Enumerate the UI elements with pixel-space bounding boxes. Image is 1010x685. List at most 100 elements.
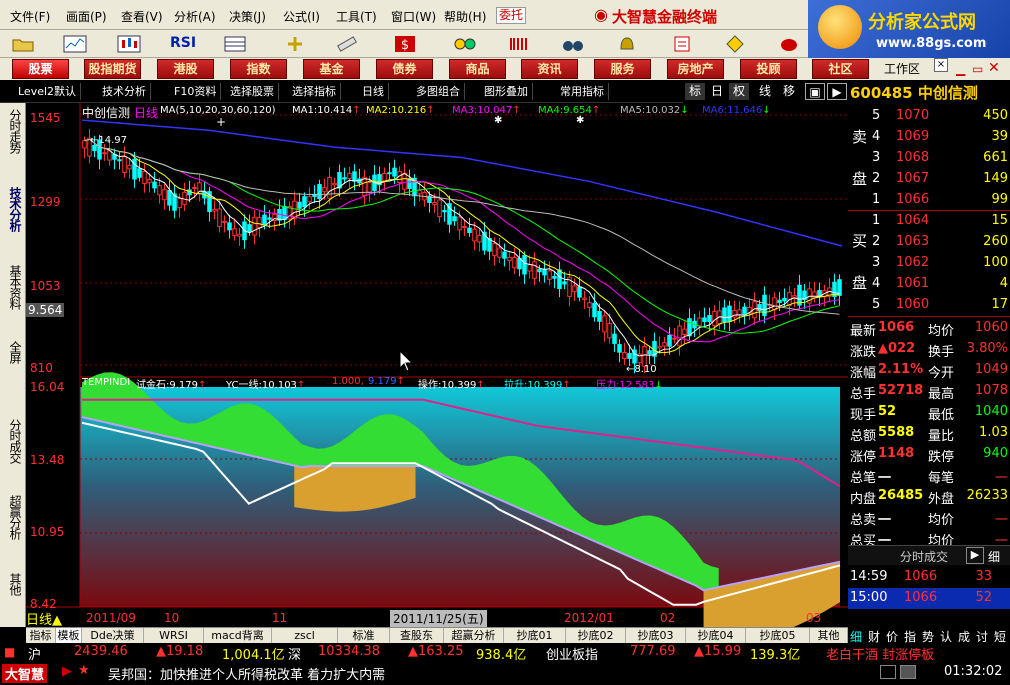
trade-row[interactable]: 14:59 1066 33 [848,567,1010,588]
nav-commodities[interactable]: 商品 [449,59,506,79]
buy-order-row[interactable]: 4 1061 4 [848,274,1010,295]
tab-day[interactable]: 日 [707,83,727,100]
buy-order-row[interactable]: 5 1060 17 [848,295,1010,316]
indicator-tab[interactable]: 模板 [56,628,82,644]
side-tab-fundamentals[interactable]: 基本资料 [2,265,24,309]
tab-rights[interactable]: 权 [729,83,749,100]
price-chart-svg[interactable] [26,103,848,637]
tab-line[interactable]: 线 [755,83,775,100]
indicator-tab[interactable]: 标准 [338,628,390,644]
indicator-tab[interactable]: 抄底05 [746,628,810,644]
restore-icon[interactable]: ▭ [972,62,983,76]
menu-analysis[interactable]: 分析(A) [174,8,216,25]
ruler-icon[interactable] [334,34,360,54]
period-daily-menu[interactable]: 日线 [358,83,389,100]
side-tab-superwin[interactable]: 超赢分析 [2,495,24,539]
menu-window[interactable]: 窗口(W) [391,8,436,25]
side-tab-trades[interactable]: 分时成交 [2,419,24,463]
indicator-tab[interactable]: 查股东 [390,628,444,644]
indicator-tab[interactable]: macd背离 [204,628,272,644]
menu-decision[interactable]: 决策(J) [229,8,266,25]
sell-order-row[interactable]: 4 1069 39 [848,127,1010,148]
nav-news[interactable]: 资讯 [521,59,578,79]
binoculars-icon[interactable] [560,34,586,54]
nav-hk-stocks[interactable]: 港股 [157,59,214,79]
news-settings-icon[interactable] [900,665,916,679]
indicator-tab[interactable]: Dde决策 [82,628,144,644]
menu-tools[interactable]: 工具(T) [336,8,377,25]
indicator-tab[interactable]: 抄底02 [566,628,626,644]
delegate-button[interactable]: 委托 [496,7,526,24]
nav-stocks[interactable]: 股票 [12,59,69,79]
nav-real-estate[interactable]: 房地产 [667,59,724,79]
side-tab-technical[interactable]: 技术分析 [2,187,24,231]
buy-order-row[interactable]: 1 1064 15 [848,211,1010,232]
news-headline[interactable]: 吴邦国：加快推进个人所得税改革 着力扩大内需 [108,664,385,683]
indicator-tab[interactable]: zscl [272,628,338,644]
partner-logo[interactable]: 分析家公式网 www.88gs.com [808,0,1010,58]
stock-info-icon[interactable] [670,34,696,54]
indicator-tab[interactable]: 其他 [810,628,848,644]
menu-view[interactable]: 查看(V) [121,8,163,25]
trade-row[interactable]: 15:00 1066 52 [848,588,1010,609]
common-indicators-menu[interactable]: 常用指标 [556,83,609,100]
nav-indexes[interactable]: 指数 [230,59,287,79]
rsi-icon[interactable]: RSI [170,35,196,51]
indicator-tab[interactable]: 抄底04 [686,628,746,644]
multi-chart-menu[interactable]: 多图组合 [412,83,465,100]
hand-icon[interactable] [776,34,802,54]
trades-detail-tab[interactable]: 细 [988,548,1000,565]
trades-next-icon[interactable]: ▶ [966,547,984,564]
barcode-icon[interactable] [506,34,532,54]
expand-icon[interactable]: ▣ [805,83,825,100]
indicator-tab[interactable]: 抄底03 [626,628,686,644]
side-tab-other[interactable]: 其他 [2,573,24,595]
sell-order-row[interactable]: 2 1067 149 [848,169,1010,190]
glasses-icon[interactable] [452,34,478,54]
level2-default-menu[interactable]: Level2默认 [14,83,82,100]
workspace-label[interactable]: 工作区 [884,60,920,77]
kline-chart-icon[interactable] [116,34,142,54]
indicator-tab[interactable]: WRSI [144,628,204,644]
indicator-tab[interactable]: 指标 [26,628,56,644]
app-name[interactable]: 大智慧 [2,664,48,683]
crosshair-icon[interactable] [282,34,308,54]
side-tab-intraday[interactable]: 分时走势 [2,109,24,153]
f10-info-button[interactable]: F10资料 [170,83,222,100]
nav-community[interactable]: 社区 [812,59,869,79]
side-tab-fullscreen[interactable]: 全屏 [2,341,24,363]
kline-chart-panel[interactable]: 中创信测 日线 MA(5,10,20,30,60,120) MA1:10.414… [26,103,848,637]
news-list-icon[interactable] [880,665,896,679]
workspace-close-icon[interactable]: × [934,58,948,72]
tab-mark[interactable]: 标 [685,83,705,100]
nav-bonds[interactable]: 债券 [376,59,433,79]
sell-order-row[interactable]: 1 1066 99 [848,190,1010,211]
nav-funds[interactable]: 基金 [303,59,360,79]
buy-order-row[interactable]: 2 1063 260 [848,232,1010,253]
tab-move[interactable]: 移 [779,83,799,100]
menu-formula[interactable]: 公式(I) [283,8,320,25]
alarm-bell-icon[interactable] [614,34,640,54]
nav-index-futures[interactable]: 股指期货 [84,59,141,79]
report-table-icon[interactable] [222,34,248,54]
minimize-icon[interactable]: ▁ [956,62,965,76]
indicator-tab[interactable]: 抄底01 [504,628,566,644]
close-icon[interactable]: ✕ [988,60,1000,76]
intraday-chart-icon[interactable] [62,34,88,54]
overlay-menu[interactable]: 图形叠加 [480,83,533,100]
sell-order-row[interactable]: 3 1068 661 [848,148,1010,169]
nav-services[interactable]: 服务 [594,59,651,79]
play-icon[interactable]: ▶ [827,83,847,100]
trade-dollar-icon[interactable]: $ [392,34,418,54]
select-indicator-button[interactable]: 选择指标 [288,83,341,100]
menu-file[interactable]: 文件(F) [10,8,50,25]
diamond-icon[interactable] [722,34,748,54]
buy-order-row[interactable]: 3 1062 100 [848,253,1010,274]
nav-advisory[interactable]: 投顾 [740,59,797,79]
indicator-tab[interactable]: 超赢分析 [444,628,504,644]
sell-order-row[interactable]: 5 1070 450 [848,106,1010,127]
menu-screen[interactable]: 画面(P) [66,8,107,25]
open-folder-icon[interactable] [10,34,36,54]
select-stock-button[interactable]: 选择股票 [226,83,279,100]
technical-analysis-menu[interactable]: 技术分析 [98,83,151,100]
